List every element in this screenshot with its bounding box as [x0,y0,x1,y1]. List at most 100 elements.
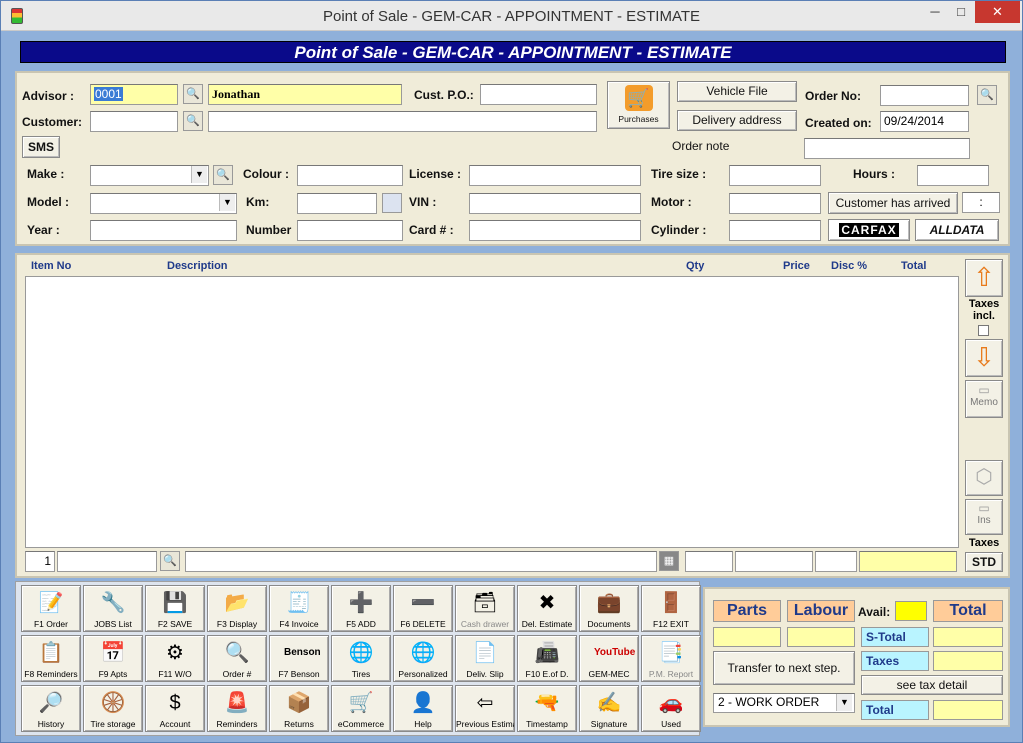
license-field[interactable] [469,165,641,186]
toolbar-button-row2-6[interactable]: 🌐 Personalized [393,635,453,682]
transfer-next-step-button[interactable]: Transfer to next step. [713,651,855,685]
toolbar-button-row2-2[interactable]: ⚙ F11 W/O [145,635,205,682]
taxes-value [933,651,1003,671]
toolbar-button-row1-1[interactable]: 🔧 JOBS List [83,585,143,632]
created-on-field[interactable]: 09/24/2014 [880,111,969,132]
std-button[interactable]: STD [965,552,1003,572]
toolbar-button-row1-6[interactable]: ➖ F6 DELETE [393,585,453,632]
toolbar-button-row3-0[interactable]: 🔎 History [21,685,81,732]
make-lookup-icon[interactable]: 🔍 [213,165,233,185]
cust-po-field[interactable] [480,84,597,105]
number-field[interactable] [297,220,403,241]
toolbar-button-row3-5[interactable]: 🛒 eCommerce [331,685,391,732]
disc-entry[interactable] [815,551,857,572]
order-note-field[interactable] [804,138,970,159]
item-no-entry[interactable] [57,551,157,572]
toolbar-button-row2-8[interactable]: 📠 F10 E.of D. [517,635,577,682]
description-entry[interactable] [185,551,657,572]
toolbar-button-row3-7[interactable]: ⇦ Previous Estimate [455,685,515,732]
toolbar-button-row1-10[interactable]: 🚪 F12 EXIT [641,585,701,632]
items-table[interactable] [25,276,959,548]
total-entry[interactable] [859,551,957,572]
toolbar-button-row2-0[interactable]: 📋 F8 Reminders [21,635,81,682]
taxes-incl-checkbox[interactable] [978,325,989,336]
toolbar-icon: ✍ [596,692,622,714]
chevron-down-icon[interactable]: ▼ [219,194,235,211]
vehicle-file-button[interactable]: Vehicle File [677,81,797,102]
toolbar-button-row3-2[interactable]: $ Account [145,685,205,732]
see-tax-detail-button[interactable]: see tax detail [861,675,1003,695]
purchases-button[interactable]: 🛒 Purchases [607,81,670,129]
km-field[interactable] [297,193,377,214]
toolbar-button-row1-3[interactable]: 📂 F3 Display [207,585,267,632]
line-number-field[interactable]: 1 [25,551,55,572]
toolbar-button-row2-1[interactable]: 📅 F9 Apts [83,635,143,682]
year-field[interactable] [90,220,237,241]
card-field[interactable] [469,220,641,241]
chevron-down-icon[interactable]: ▼ [836,694,852,711]
carfax-button[interactable]: CARFAX [828,219,910,241]
toolbar-button-row3-9[interactable]: ✍ Signature [579,685,639,732]
alldata-button[interactable]: ALLDATA [915,219,999,241]
toolbar-button-row1-5[interactable]: ➕ F5 ADD [331,585,391,632]
order-lookup-icon[interactable]: 🔍 [977,85,997,105]
toolbar-button-row2-7[interactable]: 📄 Deliv. Slip [455,635,515,682]
order-no-field[interactable] [880,85,969,106]
close-button[interactable]: ✕ [975,1,1020,23]
customer-code-field[interactable] [90,111,178,132]
toolbar-label: Returns [284,719,314,729]
toolbar-button-row2-10[interactable]: 📑 P.M. Report [641,635,701,682]
move-up-icon[interactable]: ⇧ [965,259,1003,297]
cylinder-field[interactable] [729,220,821,241]
toolbar-button-row2-4[interactable]: Benson F7 Benson [269,635,329,682]
toolbar-button-row3-3[interactable]: 🚨 Reminders [207,685,267,732]
memo-button[interactable]: ▭ Memo [965,380,1003,418]
toolbar-button-row3-1[interactable]: 🛞 Tire storage [83,685,143,732]
motor-field[interactable] [729,193,821,214]
toolbar-button-row2-9[interactable]: YouTube GEM-MEC [579,635,639,682]
toolbar-button-row3-4[interactable]: 📦 Returns [269,685,329,732]
toolbar-button-row3-10[interactable]: 🚗 Used [641,685,701,732]
chevron-down-icon[interactable]: ▼ [191,166,207,183]
customer-arrived-button[interactable]: Customer has arrived [828,192,958,214]
window-title: Point of Sale - GEM-CAR - APPOINTMENT - … [322,8,700,25]
tire-icon[interactable]: ▦ [659,551,679,571]
work-order-select[interactable]: 2 - WORK ORDER [713,693,855,713]
advisor-name-field[interactable]: Jonathan [208,84,402,105]
toolbar-button-row1-8[interactable]: ✖ Del. Estimate [517,585,577,632]
sms-button[interactable]: SMS [22,136,60,158]
item-lookup-icon[interactable]: 🔍 [160,551,180,571]
tire-size-field[interactable] [729,165,821,186]
customer-name-field[interactable] [208,111,597,132]
advisor-code-field[interactable]: 0001 [90,84,178,105]
toolbar-button-row1-4[interactable]: 🧾 F4 Invoice [269,585,329,632]
price-entry[interactable] [735,551,813,572]
toolbar-icon: 📄 [472,642,498,664]
toolbar-button-row3-6[interactable]: 👤 Help [393,685,453,732]
colour-label: Colour : [243,167,289,181]
toolbar-label: Deliv. Slip [466,669,504,679]
move-down-icon[interactable]: ⇩ [965,339,1003,377]
toolbar-button-row1-0[interactable]: 📝 F1 Order [21,585,81,632]
hours-field[interactable] [917,165,989,186]
delivery-address-button[interactable]: Delivery address [677,110,797,131]
toolbar-button-row2-3[interactable]: 🔍 Order # [207,635,267,682]
km-calc-icon[interactable] [382,193,402,213]
colour-field[interactable] [297,165,403,186]
customer-lookup-icon[interactable]: 🔍 [183,111,203,131]
ins-button[interactable]: ▭ Ins [965,499,1003,535]
toolbar-button-row1-7[interactable]: 🗃 Cash drawer [455,585,515,632]
advisor-lookup-icon[interactable]: 🔍 [183,84,203,104]
hexagon-icon[interactable]: ⬡ [965,460,1003,496]
toolbar-button-row1-2[interactable]: 💾 F2 SAVE [145,585,205,632]
toolbar-button-row2-5[interactable]: 🌐 Tires [331,635,391,682]
toolbar-button-row3-8[interactable]: 🔫 Timestamp [517,685,577,732]
arrived-time-field[interactable]: : [962,192,1000,213]
vin-field[interactable] [469,193,641,214]
toolbar-button-row1-9[interactable]: 💼 Documents [579,585,639,632]
model-select[interactable] [90,193,237,214]
qty-entry[interactable] [685,551,733,572]
maximize-button[interactable]: □ [945,1,977,23]
toolbar-icon: 🔎 [38,692,64,714]
number-label: Number [246,223,292,237]
